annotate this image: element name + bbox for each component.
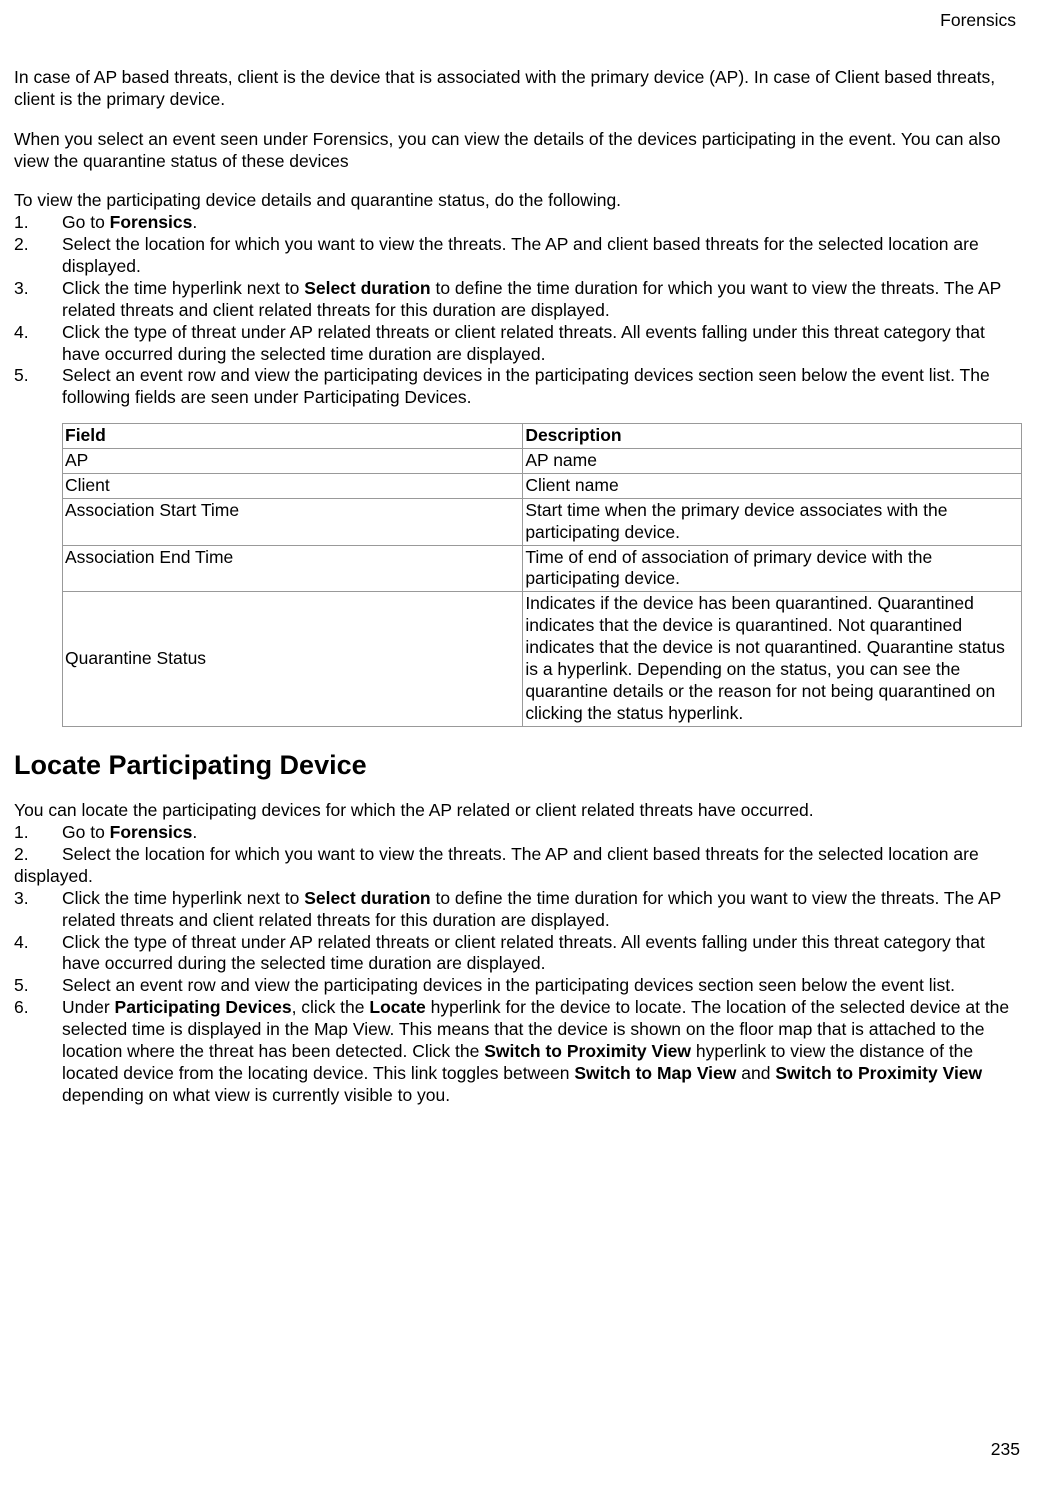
list1-item-3: Click the time hyperlink next to Select …: [14, 278, 1022, 322]
intro-para-3: To view the participating device details…: [14, 190, 1022, 212]
procedure-list-2: 1.Go to Forensics. 2.Select the location…: [14, 822, 1022, 888]
list2-item-6: Under Participating Devices, click the L…: [14, 997, 1022, 1106]
table-header-row: Field Description: [63, 424, 1022, 449]
table-row: AP AP name: [63, 449, 1022, 474]
switch-to-map-view-term: Switch to Map View: [574, 1063, 736, 1083]
locate-participating-device-heading: Locate Participating Device: [14, 749, 1022, 783]
procedure-list-2b: Click the time hyperlink next to Select …: [14, 888, 1022, 1107]
cell-desc: Time of end of association of primary de…: [523, 545, 1022, 592]
th-field: Field: [63, 424, 523, 449]
participating-devices-term: Participating Devices: [115, 997, 292, 1017]
section2-intro: You can locate the participating devices…: [14, 800, 1022, 822]
intro-para-2: When you select an event seen under Fore…: [14, 129, 1022, 173]
cell-field: Quarantine Status: [63, 592, 523, 726]
cell-desc: Start time when the primary device assoc…: [523, 498, 1022, 545]
list2-item-3: Click the time hyperlink next to Select …: [14, 888, 1022, 932]
list2-item-4: Click the type of threat under AP relate…: [14, 932, 1022, 976]
list1-item-4: Click the type of threat under AP relate…: [14, 322, 1022, 366]
cell-field: Association Start Time: [63, 498, 523, 545]
cell-desc: Client name: [523, 473, 1022, 498]
forensics-term: Forensics: [110, 822, 193, 842]
forensics-term: Forensics: [110, 212, 193, 232]
cell-field: AP: [63, 449, 523, 474]
select-duration-term: Select duration: [304, 888, 430, 908]
th-description: Description: [523, 424, 1022, 449]
table-row: Association End Time Time of end of asso…: [63, 545, 1022, 592]
cell-desc: AP name: [523, 449, 1022, 474]
table-row: Quarantine Status Indicates if the devic…: [63, 592, 1022, 726]
cell-field: Association End Time: [63, 545, 523, 592]
fields-table: Field Description AP AP name Client Clie…: [62, 423, 1022, 726]
intro-para-1: In case of AP based threats, client is t…: [14, 67, 1022, 111]
list2-line-1: 1.Go to Forensics.: [14, 822, 1022, 844]
switch-to-proximity-view-term: Switch to Proximity View: [775, 1063, 982, 1083]
list1-item-1: Go to Forensics.: [14, 212, 1022, 234]
cell-desc: Indicates if the device has been quarant…: [523, 592, 1022, 726]
procedure-list-1: Go to Forensics. Select the location for…: [14, 212, 1022, 409]
locate-term: Locate: [369, 997, 425, 1017]
table-row: Client Client name: [63, 473, 1022, 498]
page-body: Forensics In case of AP based threats, c…: [0, 0, 1040, 1107]
list1-item-5: Select an event row and view the partici…: [14, 365, 1022, 409]
page-number: 235: [991, 1439, 1020, 1461]
header-section-name: Forensics: [14, 10, 1022, 32]
select-duration-term: Select duration: [304, 278, 430, 298]
cell-field: Client: [63, 473, 523, 498]
switch-to-proximity-view-term: Switch to Proximity View: [484, 1041, 691, 1061]
table-row: Association Start Time Start time when t…: [63, 498, 1022, 545]
list1-item-2: Select the location for which you want t…: [14, 234, 1022, 278]
list2-item-5: Select an event row and view the partici…: [14, 975, 1022, 997]
list2-line-2: 2.Select the location for which you want…: [14, 844, 1022, 888]
